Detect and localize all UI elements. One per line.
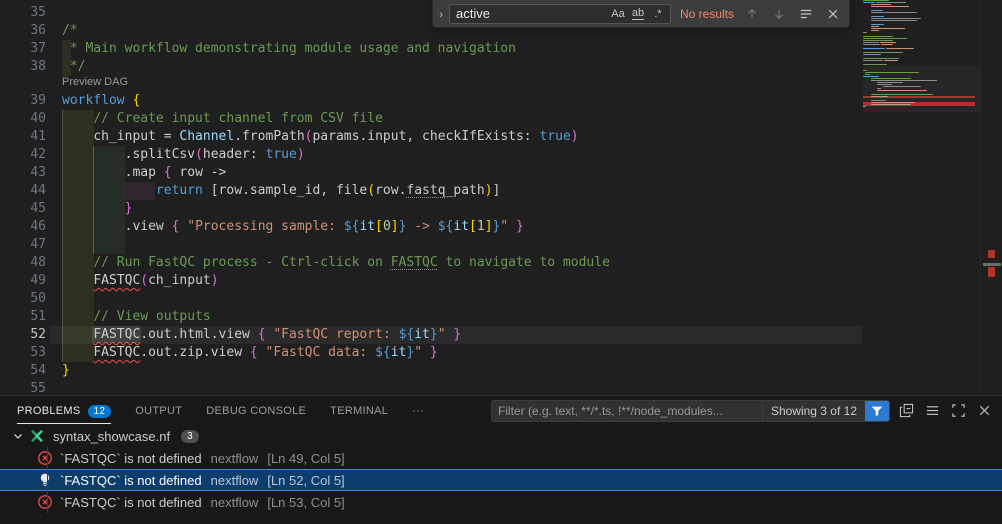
ruler-mark (988, 250, 995, 258)
code-line[interactable]: 46 .view { "Processing sample: ${it[0]} … (0, 218, 862, 236)
problem-message: `FASTQC` is not defined (60, 495, 202, 510)
code-editor[interactable]: 3536/*37 * Main workflow demonstrating m… (0, 0, 1002, 395)
panel-title-bar: PROBLEMS12 OUTPUT DEBUG CONSOLE TERMINAL ···… (0, 396, 1002, 425)
find-widget: › active Aa ab .* No results (432, 0, 850, 28)
line-number: 42 (0, 146, 46, 164)
code-line[interactable]: 43 .map { row -> (0, 164, 862, 182)
view-as-table-icon[interactable] (922, 401, 942, 421)
line-number: 49 (0, 272, 46, 290)
line-number: 50 (0, 290, 46, 308)
next-match-icon[interactable] (769, 4, 789, 24)
whole-word-icon[interactable]: ab (628, 5, 648, 23)
problem-location: [Ln 49, Col 5] (267, 451, 344, 466)
line-number: 46 (0, 218, 46, 236)
nextflow-icon (29, 428, 45, 444)
line-number: 51 (0, 308, 46, 326)
code-line[interactable]: 41 ch_input = Channel.fromPath(params.in… (0, 128, 862, 146)
match-case-icon[interactable]: Aa (608, 5, 628, 23)
code-line[interactable]: 49 FASTQC(ch_input) (0, 272, 862, 290)
problem-message: `FASTQC` is not defined (60, 451, 202, 466)
code-line[interactable]: 37 * Main workflow demonstrating module … (0, 40, 862, 58)
code-line[interactable]: 48 // Run FastQC process - Ctrl-click on… (0, 254, 862, 272)
close-find-icon[interactable] (823, 4, 843, 24)
code-line[interactable]: 54} (0, 362, 862, 380)
panel-tab-output[interactable]: OUTPUT (135, 398, 182, 423)
problems-filter-input[interactable] (492, 404, 762, 418)
previous-match-icon[interactable] (742, 4, 762, 24)
line-number: 53 (0, 344, 46, 362)
regex-icon[interactable]: .* (648, 5, 668, 23)
panel-tabs: PROBLEMS12 OUTPUT DEBUG CONSOLE TERMINAL ··· (17, 398, 424, 424)
code-line[interactable]: 52 FASTQC.out.html.view { "FastQC report… (0, 326, 862, 344)
line-number: 54 (0, 362, 46, 380)
line-number: 37 (0, 40, 46, 58)
problem-row[interactable]: `FASTQC` is not defined nextflow [Ln 53, C… (0, 491, 1002, 513)
problems-tree: syntax_showcase.nf 3 `FASTQC` is not def… (0, 425, 1002, 513)
line-number: 45 (0, 200, 46, 218)
vscode-window: 3536/*37 * Main workflow demonstrating m… (0, 0, 1002, 524)
filter-funnel-icon[interactable] (865, 400, 889, 422)
close-panel-icon[interactable] (974, 401, 994, 421)
code-line[interactable]: 45 } (0, 200, 862, 218)
code-line[interactable]: 53 FASTQC.out.zip.view { "FastQC data: $… (0, 344, 862, 362)
line-number: 47 (0, 236, 46, 254)
toggle-replace-button[interactable]: › (433, 0, 449, 27)
find-in-selection-icon[interactable] (796, 4, 816, 24)
code-line[interactable]: 47 (0, 236, 862, 254)
problems-file-name: syntax_showcase.nf (53, 429, 170, 444)
problems-filter: Showing 3 of 12 (491, 400, 890, 422)
maximize-panel-icon[interactable] (948, 401, 968, 421)
code-line[interactable]: 40 // Create input channel from CSV file (0, 110, 862, 128)
problem-source: nextflow (211, 495, 259, 510)
problem-row[interactable]: `FASTQC` is not defined nextflow [Ln 52, C… (0, 469, 1002, 491)
panel-tab--[interactable]: ··· (412, 398, 424, 423)
collapse-all-icon[interactable] (896, 401, 916, 421)
problem-row[interactable]: `FASTQC` is not defined nextflow [Ln 49, C… (0, 447, 1002, 469)
problem-location: [Ln 52, Col 5] (267, 473, 344, 488)
panel-tab-terminal[interactable]: TERMINAL (330, 398, 388, 423)
line-number: 39 (0, 92, 46, 110)
line-number: 48 (0, 254, 46, 272)
line-number: 40 (0, 110, 46, 128)
code-line[interactable]: 42 .splitCsv(header: true) (0, 146, 862, 164)
file-problem-count-badge: 3 (181, 430, 199, 443)
code-line[interactable]: 38 */ (0, 58, 862, 76)
lightbulb-icon (37, 472, 53, 488)
line-number: 36 (0, 22, 46, 40)
problem-location: [Ln 53, Col 5] (267, 495, 344, 510)
error-icon (37, 494, 53, 510)
find-input-value[interactable]: active (456, 6, 608, 21)
line-number: 38 (0, 58, 46, 76)
code-line[interactable]: 50 (0, 290, 862, 308)
problem-message: `FASTQC` is not defined (60, 473, 202, 488)
panel-tab-debug-console[interactable]: DEBUG CONSOLE (206, 398, 306, 423)
problems-count-badge: 12 (88, 405, 112, 418)
code-line[interactable]: 51 // View outputs (0, 308, 862, 326)
line-number: 41 (0, 128, 46, 146)
bottom-panel: PROBLEMS12 OUTPUT DEBUG CONSOLE TERMINAL ···… (0, 395, 1002, 524)
line-number: 52 (0, 326, 46, 344)
filter-showing-label: Showing 3 of 12 (762, 401, 865, 421)
code-lines: 3536/*37 * Main workflow demonstrating m… (0, 0, 1002, 395)
line-number: 44 (0, 182, 46, 200)
code-line[interactable]: 39workflow { (0, 92, 862, 110)
find-input[interactable]: active Aa ab .* (449, 4, 671, 24)
problem-rows: `FASTQC` is not defined nextflow [Ln 49, C… (0, 447, 1002, 513)
line-number: 35 (0, 4, 46, 22)
panel-tab-problems[interactable]: PROBLEMS12 (17, 398, 111, 424)
code-lens-preview-dag[interactable]: Preview DAG (62, 75, 128, 89)
minimap[interactable] (863, 0, 980, 395)
code-line[interactable]: 44 return [row.sample_id, file(row.fastq… (0, 182, 862, 200)
overview-ruler (980, 0, 1002, 395)
tree-indent-guide (47, 447, 48, 513)
line-number: 43 (0, 164, 46, 182)
problem-source: nextflow (211, 451, 259, 466)
ruler-mark (983, 263, 1001, 266)
problems-file-row[interactable]: syntax_showcase.nf 3 (0, 425, 1002, 447)
problem-source: nextflow (211, 473, 259, 488)
ruler-mark (988, 267, 995, 277)
error-icon (37, 450, 53, 466)
find-results-label: No results (680, 7, 734, 21)
chevron-down-icon[interactable] (10, 428, 26, 444)
